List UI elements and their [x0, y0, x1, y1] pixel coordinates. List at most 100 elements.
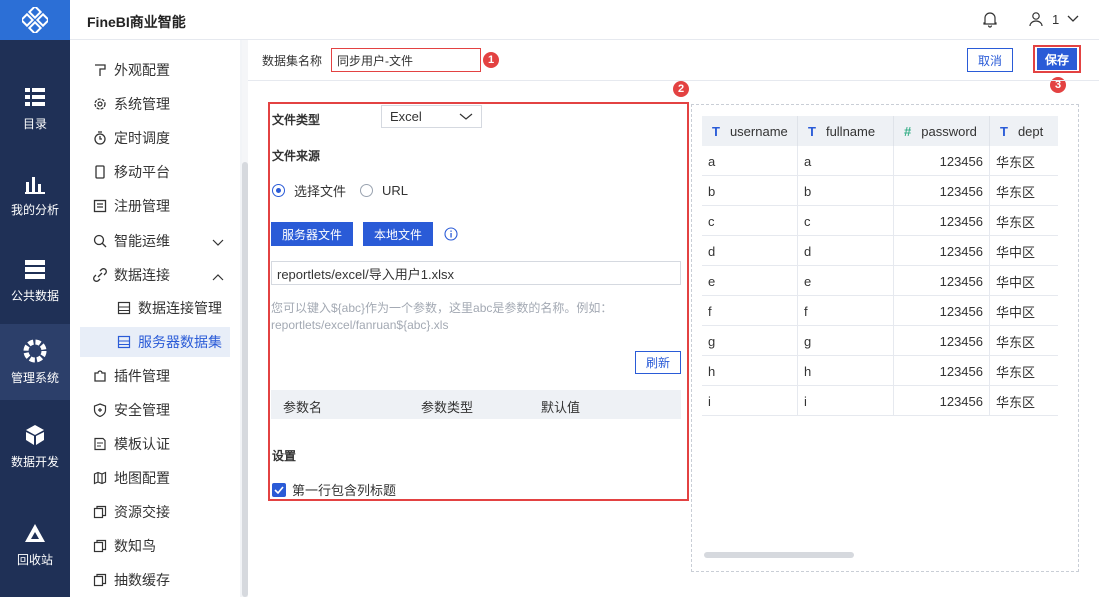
table-cell: e — [702, 266, 798, 296]
menu-extract-cache[interactable]: 抽数缓存 — [80, 565, 230, 595]
file-type-select[interactable]: Excel — [381, 105, 482, 128]
menu-label: 注册管理 — [114, 198, 170, 214]
table-cell: 123456 — [894, 356, 990, 386]
table-cell: 123456 — [894, 206, 990, 236]
nav-management[interactable]: 管理系统 — [0, 324, 70, 400]
local-file-button[interactable]: 本地文件 — [363, 222, 433, 246]
chevron-up-icon — [212, 268, 224, 284]
menu-data-connection[interactable]: 数据连接 — [80, 260, 230, 290]
cancel-button[interactable]: 取消 — [967, 48, 1013, 72]
menu-label: 模板认证 — [114, 436, 170, 452]
dataset-name-label: 数据集名称 — [262, 54, 323, 68]
menu-label: 外观配置 — [114, 62, 170, 78]
save-button[interactable]: 保存 — [1037, 48, 1077, 70]
register-icon — [92, 198, 108, 214]
nav-label: 公共数据 — [10, 288, 59, 303]
menu-shuzhiniao[interactable]: 数知鸟 — [80, 531, 230, 561]
database-icon — [23, 257, 47, 281]
left-nav: 目录 我的分析 公共数据 管理系统 数据开发 回收站 — [0, 0, 70, 597]
catalog-icon — [23, 85, 47, 109]
nav-label: 管理系统 — [10, 370, 59, 385]
table-cell: b — [798, 176, 894, 206]
table-cell: d — [798, 236, 894, 266]
brush-icon — [92, 62, 108, 78]
nav-recycle[interactable]: 回收站 — [0, 508, 70, 580]
chevron-down-icon — [459, 113, 473, 120]
analysis-icon — [23, 171, 47, 195]
text-type-icon: T — [808, 123, 816, 139]
file-path-input[interactable]: reportlets/excel/导入用户1.xlsx — [271, 261, 681, 285]
menu-label: 插件管理 — [114, 368, 170, 384]
nav-catalog[interactable]: 目录 — [0, 72, 70, 144]
menu-template-auth[interactable]: 模板认证 — [80, 429, 230, 459]
nav-data-dev[interactable]: 数据开发 — [0, 410, 70, 482]
mobile-icon — [92, 164, 108, 180]
param-col-type: 参数类型 — [421, 400, 474, 415]
chevron-down-icon — [1067, 15, 1079, 22]
table-row: a a 123456 华东区 — [702, 146, 1058, 176]
table-cell: e — [798, 266, 894, 296]
radio-url[interactable] — [360, 184, 374, 197]
menu-mobile[interactable]: 移动平台 — [80, 157, 230, 187]
column-header-fullname[interactable]: Tfullname — [798, 116, 894, 146]
table-cell: 华中区 — [996, 244, 1036, 260]
hint-line-2: reportlets/excel/fanruan${abc}.xls — [271, 318, 449, 332]
nav-public-data[interactable]: 公共数据 — [0, 244, 70, 316]
radio-select-file-label: 选择文件 — [294, 184, 347, 199]
refresh-button[interactable]: 刷新 — [635, 351, 681, 374]
table-row: i i 123456 华东区 — [702, 386, 1058, 416]
check-icon — [274, 485, 284, 494]
first-row-header-checkbox[interactable] — [272, 482, 286, 497]
column-header-dept[interactable]: Tdept — [990, 116, 1058, 146]
menu-plugins[interactable]: 插件管理 — [80, 361, 230, 391]
table-cell: i — [702, 386, 798, 416]
top-bar: FineBI商业智能 1 — [70, 0, 1099, 40]
menu-appearance[interactable]: 外观配置 — [80, 55, 230, 85]
column-header-password[interactable]: # password — [894, 116, 990, 146]
menu-map-config[interactable]: 地图配置 — [80, 463, 230, 493]
server-file-button[interactable]: 服务器文件 — [271, 222, 353, 246]
dataset-name-input[interactable]: 同步用户-文件 — [331, 48, 481, 72]
menu-label: 数知鸟 — [114, 538, 156, 554]
notification-bell-icon[interactable] — [982, 11, 998, 31]
table-cell: 123456 — [894, 176, 990, 206]
param-col-name: 参数名 — [283, 400, 323, 415]
nav-my-analysis[interactable]: 我的分析 — [0, 158, 70, 230]
table-cell: a — [798, 146, 894, 176]
menu-smart-ops[interactable]: 智能运维 — [80, 226, 230, 256]
cube-icon — [23, 423, 47, 447]
param-col-default: 默认值 — [541, 400, 581, 415]
gear-icon — [92, 96, 108, 112]
hint-line-1: 您可以键入${abc}作为一个参数，这里abc是参数的名称。例如： — [271, 301, 613, 315]
radio-select-file[interactable] — [272, 184, 285, 197]
first-row-header-option[interactable]: 第一行包含列标题 — [272, 480, 396, 499]
table-cell: 华中区 — [996, 304, 1036, 320]
menu-server-dataset[interactable]: 服务器数据集 — [80, 327, 230, 357]
user-icon — [1029, 12, 1043, 27]
table-cell: a — [702, 146, 798, 176]
menu-label: 移动平台 — [114, 164, 170, 180]
certificate-icon — [92, 436, 108, 452]
table-row: b b 123456 华东区 — [702, 176, 1058, 206]
table-cell: g — [702, 326, 798, 356]
column-header-username[interactable]: Tusername — [702, 116, 798, 146]
menu-registration[interactable]: 注册管理 — [80, 191, 230, 221]
menu-system[interactable]: 系统管理 — [80, 89, 230, 119]
file-source-label: 文件来源 — [272, 149, 321, 163]
radio-url-label: URL — [382, 183, 409, 198]
menu-data-connection-management[interactable]: 数据连接管理 — [80, 293, 230, 323]
menu-resource-handover[interactable]: 资源交接 — [80, 497, 230, 527]
table-cell: c — [798, 206, 894, 236]
info-icon[interactable] — [444, 227, 458, 244]
table-row: g g 123456 华东区 — [702, 326, 1058, 356]
table-cell: g — [798, 326, 894, 356]
menu-schedule[interactable]: 定时调度 — [80, 123, 230, 153]
user-menu[interactable]: 1 — [1028, 11, 1079, 27]
dataset-icon — [116, 300, 132, 316]
gear-icon — [23, 339, 47, 363]
menu-security[interactable]: 安全管理 — [80, 395, 230, 425]
table-cell: 华中区 — [996, 274, 1036, 290]
menu-label: 地图配置 — [114, 470, 170, 486]
preview-horizontal-scrollbar[interactable] — [704, 552, 854, 558]
app-logo[interactable] — [0, 0, 70, 40]
